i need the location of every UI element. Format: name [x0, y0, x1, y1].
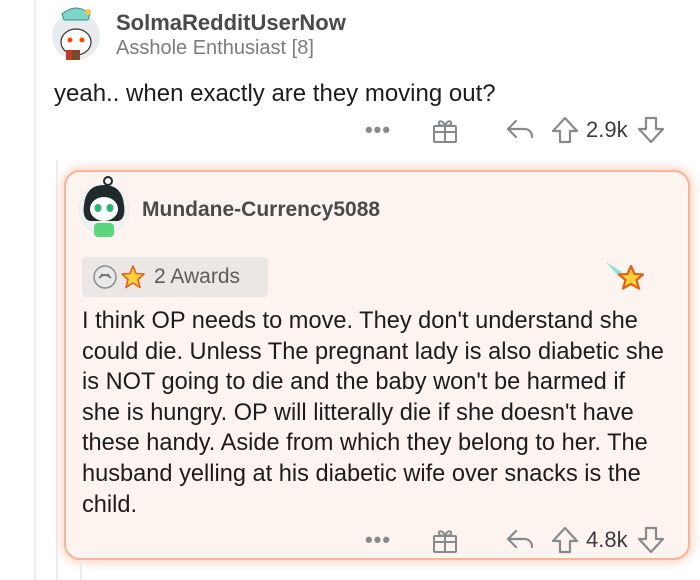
- more-options-button[interactable]: •••: [364, 117, 392, 143]
- comment-actions: ••• 2.9k: [364, 115, 666, 145]
- downvote-icon[interactable]: [636, 115, 666, 145]
- thread-line-nested[interactable]: [56, 160, 58, 580]
- award-star-icon: [120, 264, 146, 290]
- author-username[interactable]: SolmaRedditUserNow: [116, 10, 346, 36]
- gift-icon[interactable]: [430, 525, 460, 555]
- comment-body: I think OP needs to move. They don't und…: [82, 308, 664, 518]
- downvote-icon[interactable]: [636, 525, 666, 555]
- silver-award-icon: [92, 264, 118, 290]
- upvote-icon[interactable]: [550, 115, 580, 145]
- vote-score: 4.8k: [586, 527, 628, 552]
- vote-score: 2.9k: [586, 117, 628, 142]
- user-avatar[interactable]: [48, 4, 104, 62]
- thread-line[interactable]: [80, 560, 82, 580]
- gift-icon[interactable]: [430, 115, 460, 145]
- award-star-icon[interactable]: [604, 258, 648, 298]
- comment-actions: ••• 4.8k: [364, 525, 666, 555]
- reply-icon[interactable]: [504, 115, 536, 145]
- user-flair: Asshole Enthusiast [8]: [116, 37, 314, 59]
- upvote-icon[interactable]: [550, 525, 580, 555]
- more-options-button[interactable]: •••: [364, 527, 392, 553]
- comment-body: yeah.. when exactly are they moving out?: [54, 80, 496, 107]
- user-avatar[interactable]: [74, 175, 134, 239]
- awards-badge[interactable]: 2 Awards: [82, 257, 268, 297]
- thread-line[interactable]: [34, 0, 36, 580]
- author-username[interactable]: Mundane-Currency5088: [142, 198, 380, 222]
- awards-count: 2 Awards: [154, 265, 240, 288]
- reply-icon[interactable]: [504, 525, 536, 555]
